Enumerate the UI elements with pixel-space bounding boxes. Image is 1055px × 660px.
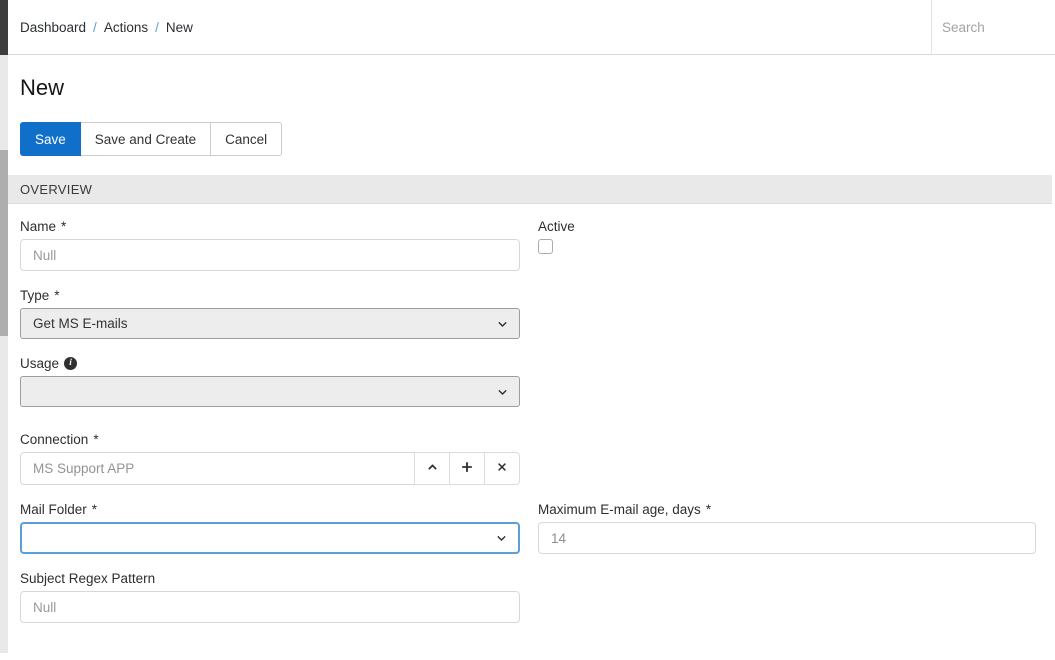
- field-max-email-age-label: Maximum E-mail age, days *: [538, 502, 1036, 517]
- overview-panel-header: OVERVIEW: [8, 175, 1052, 204]
- plus-icon: [460, 460, 474, 477]
- field-max-email-age-label-text: Maximum E-mail age, days: [538, 502, 701, 517]
- connection-link-field: [20, 452, 520, 485]
- breadcrumb: Dashboard / Actions / New: [8, 20, 931, 35]
- cancel-button[interactable]: Cancel: [210, 122, 282, 156]
- save-button[interactable]: Save: [20, 122, 81, 156]
- type-select-value: Get MS E-mails: [33, 316, 128, 331]
- sidebar-header[interactable]: [0, 0, 8, 55]
- search-input[interactable]: [932, 20, 1055, 35]
- field-mail-folder: Mail Folder *: [20, 502, 520, 554]
- field-usage-label-text: Usage: [20, 356, 59, 371]
- info-icon[interactable]: i: [64, 357, 77, 370]
- save-and-create-button[interactable]: Save and Create: [80, 122, 211, 156]
- field-mail-folder-label-text: Mail Folder: [20, 502, 87, 517]
- field-active: Active: [538, 219, 1036, 254]
- field-active-label: Active: [538, 219, 1036, 234]
- required-mark: *: [93, 432, 98, 447]
- usage-select[interactable]: [20, 376, 520, 407]
- collapsed-sidebar[interactable]: [0, 0, 8, 653]
- field-usage: Usage i: [20, 356, 520, 407]
- field-mail-folder-label: Mail Folder *: [20, 502, 520, 517]
- required-mark: *: [92, 502, 97, 517]
- breadcrumb-dashboard[interactable]: Dashboard: [20, 20, 86, 35]
- sidebar-scrollbar-thumb[interactable]: [0, 150, 8, 336]
- field-connection: Connection *: [20, 432, 520, 485]
- field-type: Type * Get MS E-mails: [20, 288, 520, 339]
- field-subject-regex-label: Subject Regex Pattern: [20, 571, 520, 586]
- field-subject-regex: Subject Regex Pattern: [20, 571, 520, 623]
- x-icon: [496, 461, 508, 476]
- field-name-label: Name *: [20, 219, 520, 234]
- field-max-email-age: Maximum E-mail age, days *: [538, 502, 1036, 554]
- connection-input[interactable]: [20, 452, 415, 485]
- breadcrumb-actions[interactable]: Actions: [104, 20, 148, 35]
- main-content: New Save Save and Create Cancel OVERVIEW…: [8, 56, 1055, 660]
- field-usage-label: Usage i: [20, 356, 520, 371]
- global-search: [931, 0, 1055, 55]
- type-select[interactable]: Get MS E-mails: [20, 308, 520, 339]
- field-type-label-text: Type: [20, 288, 49, 303]
- top-navigation-bar: Dashboard / Actions / New: [8, 0, 1055, 55]
- field-connection-label-text: Connection: [20, 432, 88, 447]
- subject-regex-input[interactable]: [20, 591, 520, 623]
- overview-panel: OVERVIEW Name * Active: [8, 175, 1052, 660]
- required-mark: *: [706, 502, 711, 517]
- field-name: Name *: [20, 219, 520, 271]
- name-input[interactable]: [20, 239, 520, 271]
- page-title: New: [20, 75, 1055, 101]
- breadcrumb-separator: /: [155, 20, 159, 35]
- overview-panel-title: OVERVIEW: [20, 182, 92, 197]
- required-mark: *: [54, 288, 59, 303]
- breadcrumb-new: New: [166, 20, 193, 35]
- breadcrumb-separator: /: [93, 20, 97, 35]
- chevron-down-icon: [495, 532, 508, 545]
- chevron-down-icon: [496, 385, 509, 398]
- connection-clear-button[interactable]: [484, 452, 520, 485]
- field-type-label: Type *: [20, 288, 520, 303]
- overview-panel-body: Name * Active Type: [8, 204, 1052, 660]
- max-email-age-input[interactable]: [538, 522, 1036, 554]
- field-connection-label: Connection *: [20, 432, 520, 447]
- connection-select-button[interactable]: [414, 452, 450, 485]
- field-active-label-text: Active: [538, 219, 575, 234]
- field-name-label-text: Name: [20, 219, 56, 234]
- mail-folder-select[interactable]: [20, 522, 520, 554]
- connection-create-button[interactable]: [449, 452, 485, 485]
- chevron-down-icon: [496, 317, 509, 330]
- required-mark: *: [61, 219, 66, 234]
- active-checkbox[interactable]: [538, 239, 553, 254]
- record-action-buttons: Save Save and Create Cancel: [20, 122, 282, 156]
- chevron-up-icon: [426, 461, 439, 477]
- field-subject-regex-label-text: Subject Regex Pattern: [20, 571, 155, 586]
